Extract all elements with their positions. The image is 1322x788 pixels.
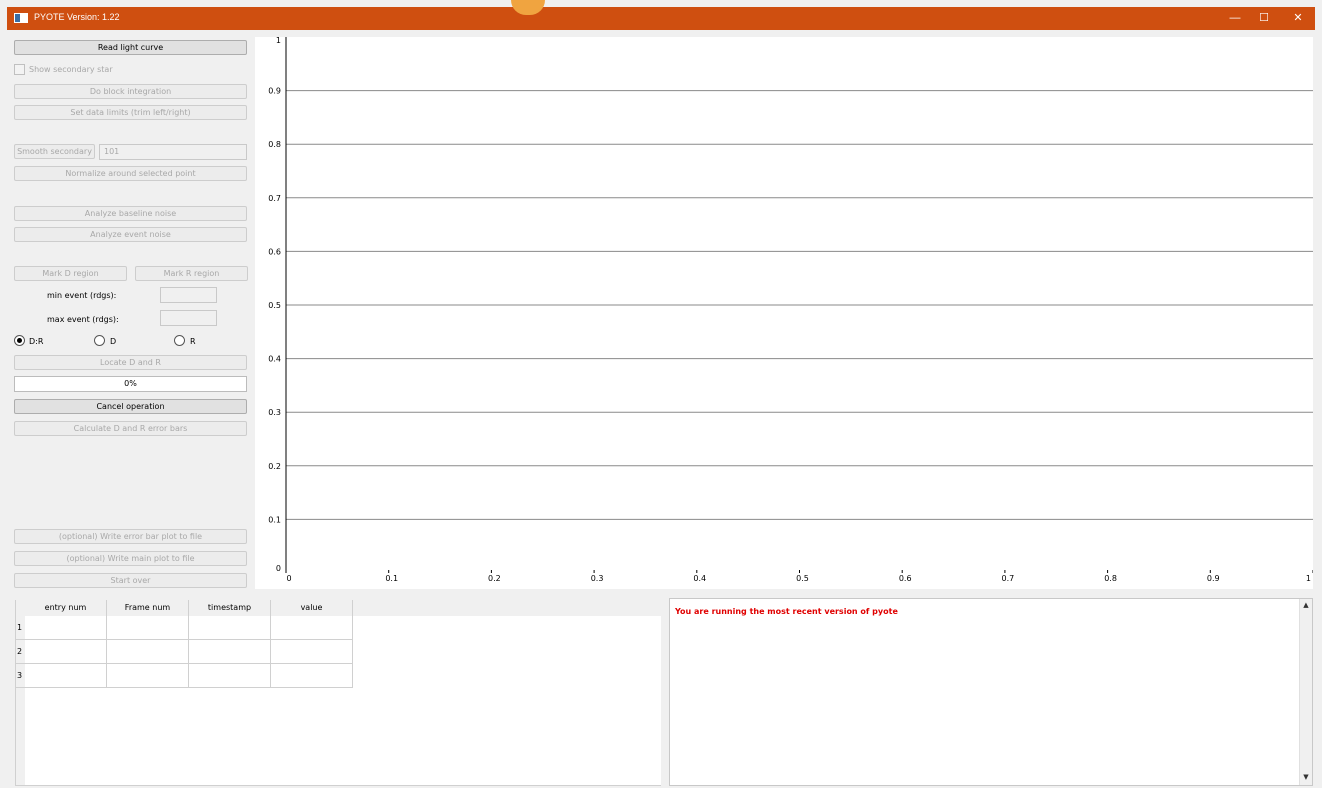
column-header[interactable]: Frame num	[107, 600, 189, 616]
table-cell[interactable]	[271, 640, 353, 664]
app-icon	[14, 13, 28, 23]
smooth-value-field[interactable]: 101	[99, 144, 247, 160]
table-cell[interactable]	[189, 664, 271, 688]
column-header[interactable]: timestamp	[189, 600, 271, 616]
radio-d-label: D	[110, 337, 117, 346]
y-tick-label: 0.4	[268, 355, 281, 364]
x-tick-label: 0.4	[693, 574, 706, 583]
main-plot[interactable]: 0 0.1 0.2 0.3 0.4 0.5 0.6 0.7 0.8 0.9 1 0 0.1 0.2 0.3 0…	[255, 37, 1313, 589]
radio-r[interactable]	[174, 335, 185, 346]
x-tick-label: 0.5	[796, 574, 809, 583]
show-secondary-star-label: Show secondary star	[29, 65, 113, 74]
y-tick-label: 0.9	[268, 87, 281, 96]
x-tick-label: 0	[286, 574, 291, 583]
scroll-up-icon[interactable]: ▲	[1301, 600, 1311, 610]
y-tick-label: 0.7	[268, 194, 281, 203]
title-bar-decoration	[511, 0, 545, 15]
min-event-label: min event (rdgs):	[47, 291, 117, 300]
x-tick-label: 0.8	[1104, 574, 1117, 583]
app-window: PYOTE Version: 1.22 — ☐ ✕ Read light cur…	[0, 0, 1322, 788]
table-cell[interactable]	[107, 640, 189, 664]
smooth-secondary-button[interactable]: Smooth secondary	[14, 144, 95, 159]
title-bar[interactable]: PYOTE Version: 1.22 — ☐ ✕	[7, 0, 1315, 30]
row-header-column	[16, 688, 25, 785]
locate-d-and-r-button[interactable]: Locate D and R	[14, 355, 247, 370]
x-tick-label: 0.1	[385, 574, 398, 583]
max-event-field[interactable]	[160, 310, 217, 326]
mark-d-region-button[interactable]: Mark D region	[14, 266, 127, 281]
calculate-error-bars-button[interactable]: Calculate D and R error bars	[14, 421, 247, 436]
table-cell[interactable]	[271, 664, 353, 688]
column-header[interactable]: value	[271, 600, 353, 616]
table-cell[interactable]	[25, 664, 107, 688]
log-message: You are running the most recent version …	[675, 607, 898, 616]
mark-r-region-button[interactable]: Mark R region	[135, 266, 248, 281]
progress-text: 0%	[124, 379, 137, 388]
analyze-baseline-noise-button[interactable]: Analyze baseline noise	[14, 206, 247, 221]
y-tick-label: 0.2	[268, 462, 281, 471]
max-event-label: max event (rdgs):	[47, 315, 119, 324]
row-header[interactable]: 2	[16, 640, 25, 664]
x-tick-label: 0.3	[591, 574, 604, 583]
row-header[interactable]: 3	[16, 664, 25, 688]
set-data-limits-button[interactable]: Set data limits (trim left/right)	[14, 105, 247, 120]
table-cell[interactable]	[271, 616, 353, 640]
table-cell[interactable]	[189, 616, 271, 640]
table-corner	[16, 600, 25, 616]
scroll-down-icon[interactable]: ▼	[1301, 772, 1311, 782]
y-tick-label: 0.1	[268, 515, 281, 524]
x-tick-label: 0.6	[899, 574, 912, 583]
cancel-operation-button[interactable]: Cancel operation	[14, 399, 247, 414]
radio-r-label: R	[190, 337, 196, 346]
normalize-button[interactable]: Normalize around selected point	[14, 166, 247, 181]
min-event-field[interactable]	[160, 287, 217, 303]
y-tick-label: 0.5	[268, 301, 281, 310]
write-error-bar-plot-button[interactable]: (optional) Write error bar plot to file	[14, 529, 247, 544]
do-block-integration-button[interactable]: Do block integration	[14, 84, 247, 99]
y-tick-label: 0.6	[268, 247, 281, 256]
table-cell[interactable]	[107, 616, 189, 640]
start-over-button[interactable]: Start over	[14, 573, 247, 588]
radio-d[interactable]	[94, 335, 105, 346]
log-panel[interactable]: You are running the most recent version …	[669, 598, 1313, 786]
maximize-button[interactable]: ☐	[1247, 7, 1281, 30]
progress-bar: 0%	[14, 376, 247, 392]
table-cell[interactable]	[107, 664, 189, 688]
y-tick-label: 1	[276, 37, 281, 45]
write-main-plot-button[interactable]: (optional) Write main plot to file	[14, 551, 247, 566]
window-title: PYOTE Version: 1.22	[34, 12, 120, 22]
row-header[interactable]: 1	[16, 616, 25, 640]
x-tick-label: 0.2	[488, 574, 501, 583]
radio-dr-label: D:R	[29, 337, 44, 346]
control-panel: Read light curve Show secondary star Do …	[7, 30, 255, 593]
y-tick-label: 0.8	[268, 140, 281, 149]
x-tick-label: 0.9	[1207, 574, 1220, 583]
plot-canvas[interactable]: 0 0.1 0.2 0.3 0.4 0.5 0.6 0.7 0.8 0.9 1 0 0.1 0.2 0.3 0…	[255, 37, 1313, 589]
radio-dr[interactable]	[14, 335, 25, 346]
data-table[interactable]: entry num Frame num timestamp value 1 2 …	[15, 600, 661, 786]
x-tick-label: 1	[1306, 574, 1311, 583]
y-tick-label: 0	[276, 564, 281, 573]
table-cell[interactable]	[25, 616, 107, 640]
table-cell[interactable]	[25, 640, 107, 664]
table-cell[interactable]	[189, 640, 271, 664]
read-light-curve-button[interactable]: Read light curve	[14, 40, 247, 55]
y-tick-label: 0.3	[268, 408, 281, 417]
header-filler	[353, 600, 661, 616]
log-scrollbar[interactable]: ▲ ▼	[1299, 599, 1312, 785]
analyze-event-noise-button[interactable]: Analyze event noise	[14, 227, 247, 242]
x-tick-label: 0.7	[1002, 574, 1015, 583]
column-header[interactable]: entry num	[25, 600, 107, 616]
close-button[interactable]: ✕	[1281, 7, 1315, 30]
show-secondary-star-checkbox[interactable]	[14, 64, 25, 75]
